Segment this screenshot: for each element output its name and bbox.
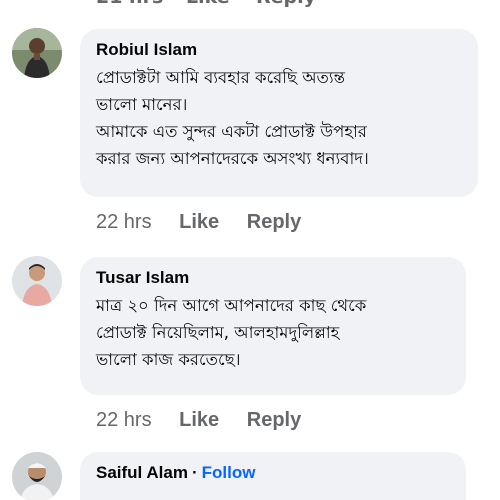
comment-line: ভালো কাজ করতেছে।: [96, 350, 241, 369]
comment-bubble: Tusar Islam মাত্র ২০ দিন আগে আপনাদের কাছ…: [80, 257, 466, 395]
comment-time[interactable]: 22 hrs: [96, 409, 152, 431]
comment-text: মাত্র ২০ দিন আগে আপনাদের কাছ থেকে প্রোডা…: [96, 292, 450, 373]
separator-dot: ·: [191, 463, 198, 482]
reply-button[interactable]: Reply: [247, 409, 301, 431]
previous-comment-actions: 21 hrs Like Reply: [0, 0, 500, 8]
comment-author-row: Saiful Alam · Follow: [96, 462, 450, 484]
comment-bubble: Saiful Alam · Follow: [80, 452, 466, 500]
like-button[interactable]: Like: [179, 211, 219, 233]
reply-button[interactable]: Reply: [247, 211, 301, 233]
comment-time[interactable]: 22 hrs: [96, 211, 152, 233]
avatar[interactable]: [12, 28, 62, 78]
reply-button[interactable]: Reply: [256, 0, 316, 8]
like-button[interactable]: Like: [179, 409, 219, 431]
comment-time: 21 hrs: [96, 0, 163, 8]
comment-line: আমাকে এত সুন্দর একটা প্রোডাক্ট উপহার: [96, 122, 367, 141]
comment-bubble: Robiul Islam প্রোডাক্টটা আমি ব্যবহার করে…: [80, 29, 478, 197]
comment-text: প্রোডাক্টটা আমি ব্যবহার করেছি অত্যন্ত ভা…: [96, 64, 462, 172]
comment-line: মাত্র ২০ দিন আগে আপনাদের কাছ থেকে: [96, 296, 367, 315]
comment-line: প্রোডাক্ট নিয়েছিলাম, আলহামদুলিল্লাহ: [96, 323, 340, 342]
comment-actions: 22 hrs Like Reply: [96, 211, 301, 234]
comment-author[interactable]: Saiful Alam: [96, 463, 188, 482]
comment-author[interactable]: Tusar Islam: [96, 267, 450, 289]
follow-button[interactable]: Follow: [202, 463, 256, 482]
avatar-image: [12, 28, 62, 78]
comment-line: প্রোডাক্টটা আমি ব্যবহার করেছি অত্যন্ত: [96, 68, 346, 87]
avatar-image: [12, 452, 62, 500]
comment-line: করার জন্য আপনাদেরকে অসংখ্য ধন্যবাদ।: [96, 149, 369, 168]
avatar[interactable]: [12, 452, 62, 500]
like-button[interactable]: Like: [186, 0, 230, 8]
comment-author[interactable]: Robiul Islam: [96, 39, 462, 61]
comment-actions: 22 hrs Like Reply: [96, 409, 301, 432]
avatar-image: [12, 256, 62, 306]
comment-line: ভালো মানের।: [96, 95, 188, 114]
avatar[interactable]: [12, 256, 62, 306]
